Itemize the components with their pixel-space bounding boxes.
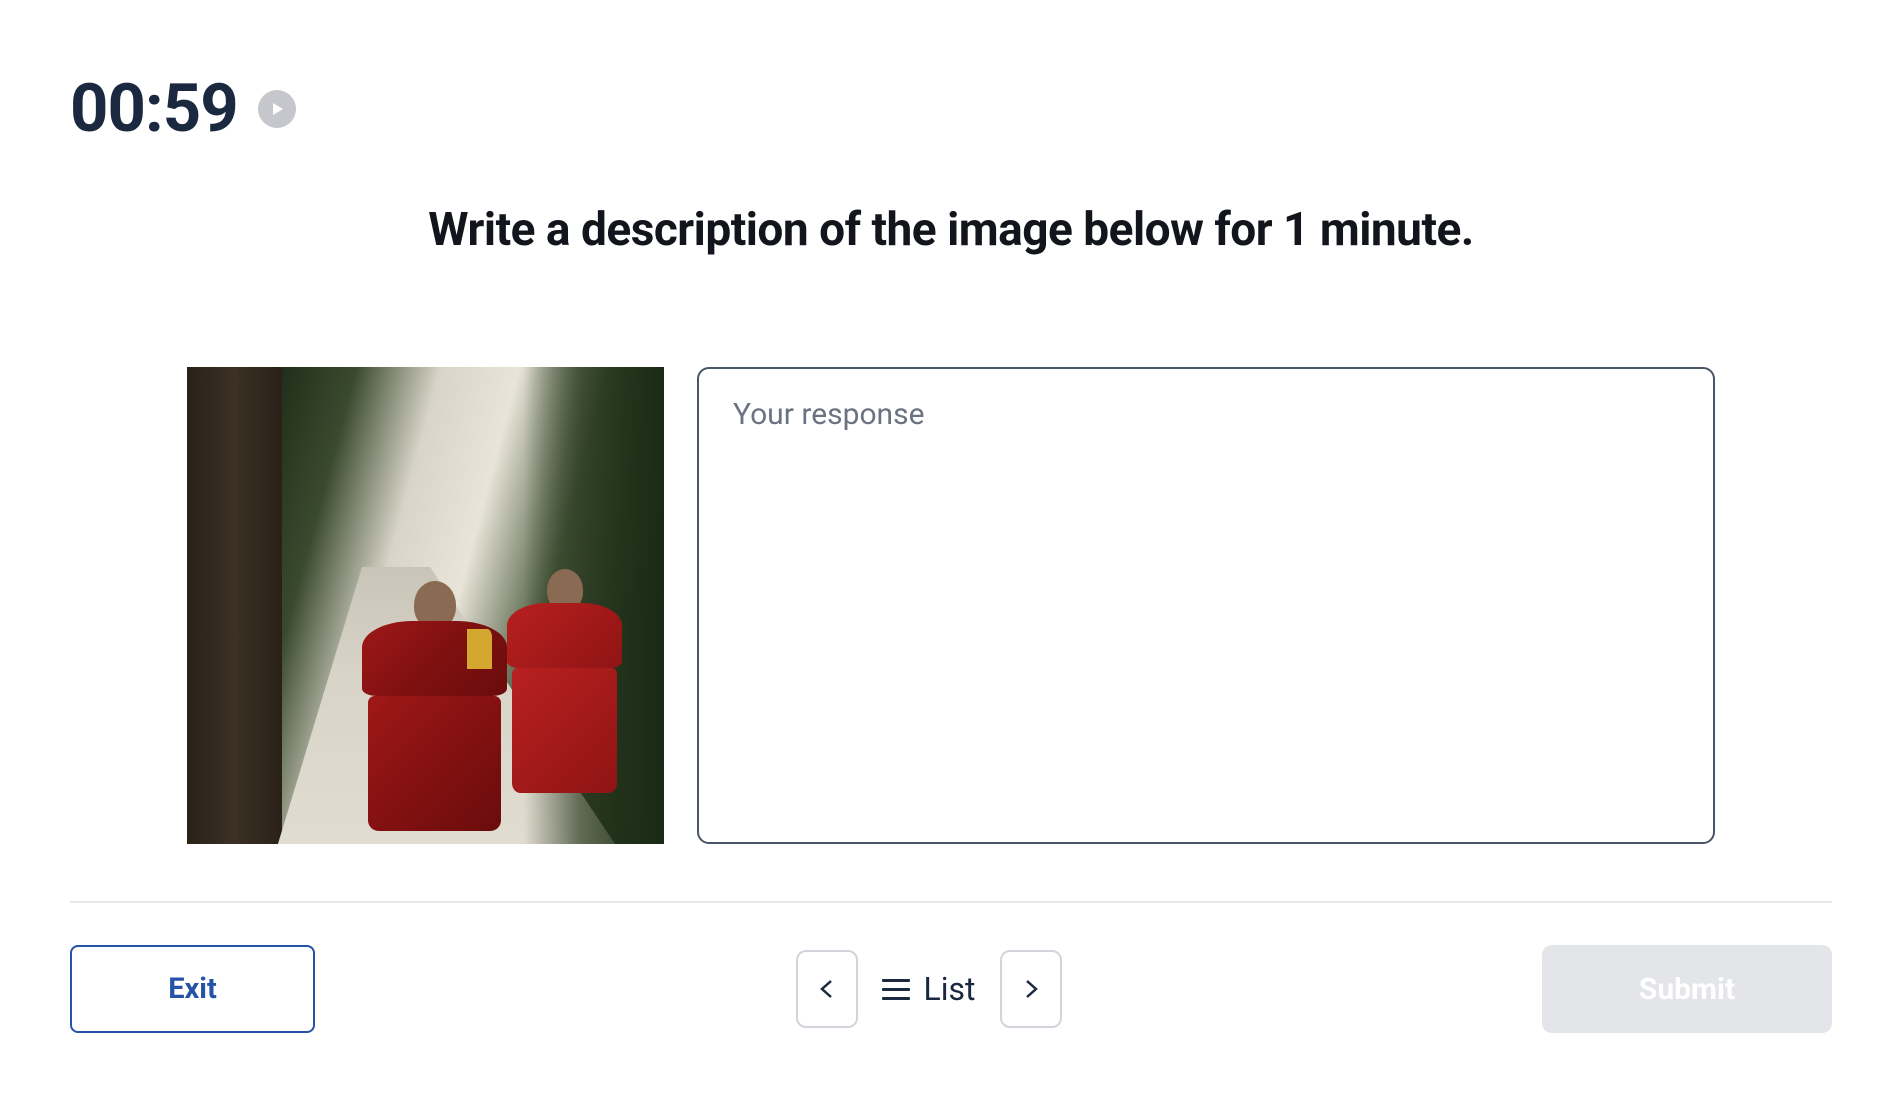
submit-button[interactable]: Submit [1542, 945, 1832, 1033]
response-input[interactable] [697, 367, 1715, 844]
prompt-image [187, 367, 664, 844]
exit-button[interactable]: Exit [70, 945, 315, 1033]
image-tree [187, 367, 282, 844]
response-container [697, 367, 1715, 844]
content-row [70, 367, 1832, 844]
footer: Exit List Submit [70, 945, 1832, 1033]
image-figure-2 [507, 569, 622, 809]
play-icon [270, 101, 286, 117]
chevron-right-icon [1020, 978, 1042, 1000]
list-button-label: List [924, 970, 976, 1008]
image-figure-1 [362, 581, 507, 841]
footer-divider [70, 901, 1832, 903]
prev-button[interactable] [796, 950, 858, 1028]
chevron-left-icon [816, 978, 838, 1000]
prompt-text: Write a description of the image below f… [70, 203, 1832, 257]
timer-row: 00:59 [70, 70, 1832, 148]
timer-display: 00:59 [70, 70, 238, 148]
nav-group: List [796, 950, 1062, 1028]
play-button[interactable] [258, 90, 296, 128]
next-button[interactable] [1000, 950, 1062, 1028]
hamburger-icon [882, 979, 910, 1000]
list-button[interactable]: List [882, 970, 976, 1008]
